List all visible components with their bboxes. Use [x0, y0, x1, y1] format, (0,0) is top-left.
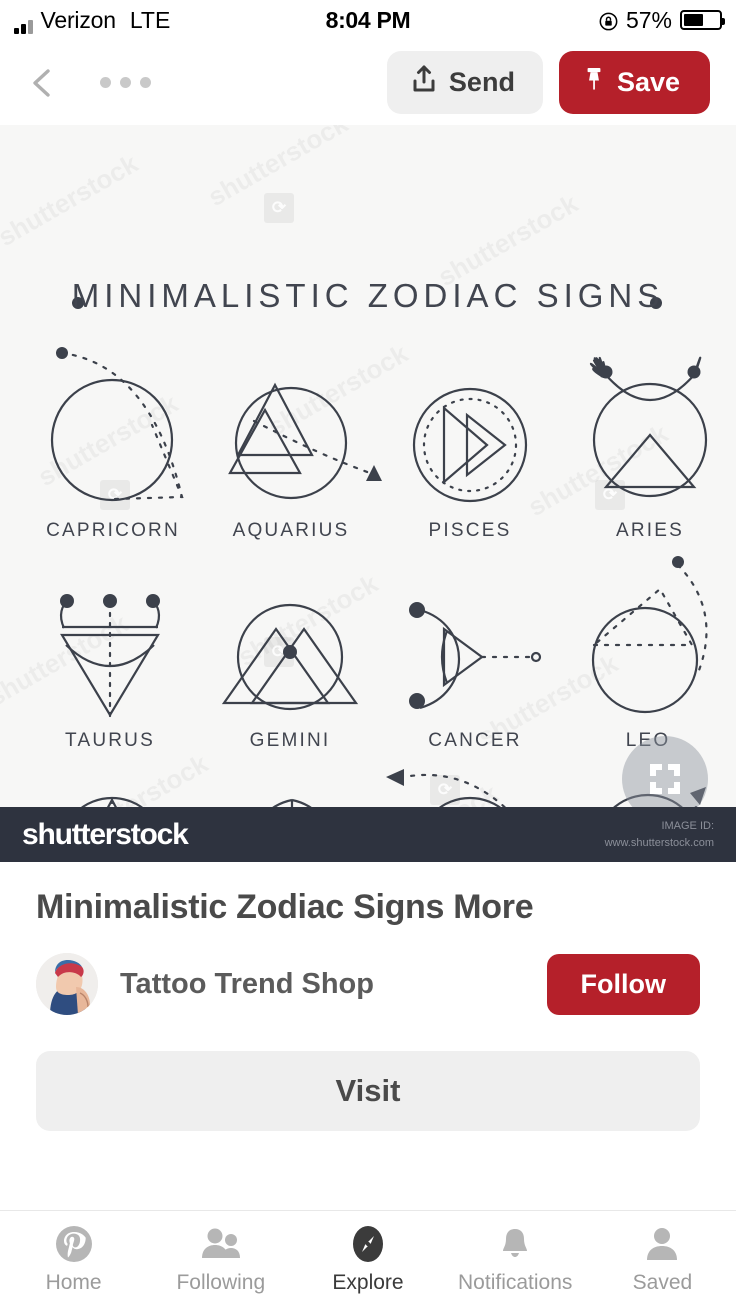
author-name[interactable]: Tattoo Trend Shop [120, 968, 374, 1001]
shutterstock-url-text: www.shutterstock.com [604, 836, 714, 849]
send-button-label: Send [448, 67, 515, 97]
person-icon [642, 1224, 682, 1264]
pin-image[interactable]: shutterstock shutterstock shutterstock s… [0, 125, 736, 862]
tab-following[interactable]: Following [147, 1224, 294, 1295]
zodiac-label-aries: ARIES [615, 520, 685, 541]
more-options-icon[interactable] [100, 77, 151, 88]
bell-icon [495, 1224, 535, 1264]
pin-info-section: Minimalistic Zodiac Signs More Tattoo Tr… [0, 862, 736, 1015]
visit-button[interactable]: Visit [36, 1051, 700, 1131]
shutterstock-meta: IMAGE ID: www.shutterstock.com [605, 818, 714, 851]
shutterstock-wordmark-text: shutterstock [22, 817, 189, 851]
status-bar: Verizon LTE 8:04 PM 57% [0, 0, 736, 40]
zodiac-label-aquarius: AQUARIUS [232, 520, 350, 541]
compass-icon [348, 1224, 388, 1264]
action-bar-buttons: Send Save [386, 51, 710, 114]
follow-button[interactable]: Follow [546, 953, 700, 1015]
back-chevron-icon[interactable] [26, 66, 60, 100]
image-id-text: IMAGE ID: [661, 820, 714, 832]
pin-title: Minimalistic Zodiac Signs More [36, 888, 534, 926]
save-button[interactable]: Save [558, 51, 710, 114]
author-row: Tattoo Trend Shop Follow [36, 953, 700, 1015]
tab-home-label: Home [45, 1271, 102, 1294]
status-bar-clock: 8:04 PM [325, 6, 411, 33]
avatar[interactable] [36, 953, 98, 1015]
people-icon [199, 1224, 243, 1264]
tab-saved[interactable]: Saved [589, 1224, 736, 1295]
zodiac-label-pisces: PISCES [428, 520, 512, 541]
zodiac-label-cancer: CANCER [428, 730, 522, 751]
tab-explore[interactable]: Explore [294, 1224, 441, 1295]
bottom-tab-bar: Home Following Explore Notifications Sav… [0, 1210, 736, 1308]
shutterstock-brand-icon [650, 764, 680, 794]
tab-notifications[interactable]: Notifications [442, 1224, 589, 1295]
tab-saved-label: Saved [632, 1271, 693, 1294]
battery-icon [680, 10, 725, 30]
action-bar: Send Save [0, 40, 736, 125]
zodiac-label-capricorn: CAPRICORN [46, 520, 180, 541]
share-upload-icon [411, 65, 437, 100]
tab-explore-label: Explore [332, 1271, 404, 1294]
shutterstock-footer-bar: shutterstock IMAGE ID: www.shutterstock.… [0, 807, 736, 862]
pin-icon [583, 65, 605, 100]
zodiac-label-taurus: TAURUS [65, 730, 155, 751]
save-button-label: Save [616, 67, 680, 97]
tab-notifications-label: Notifications [458, 1271, 573, 1294]
pinterest-logo-icon [54, 1224, 94, 1264]
shutterstock-wordmark: shutterstock [22, 817, 189, 852]
pinterest-pin-screen: Verizon LTE 8:04 PM 57% Send Save ⟳ ⟳ ⟳ … [0, 0, 736, 1308]
zodiac-label-gemini: GEMINI [249, 730, 331, 751]
send-button[interactable]: Send [386, 51, 543, 114]
zodiac-chart-heading: MINIMALISTIC ZODIAC SIGNS [71, 277, 665, 314]
tab-following-label: Following [176, 1271, 266, 1294]
tab-home[interactable]: Home [0, 1224, 147, 1295]
